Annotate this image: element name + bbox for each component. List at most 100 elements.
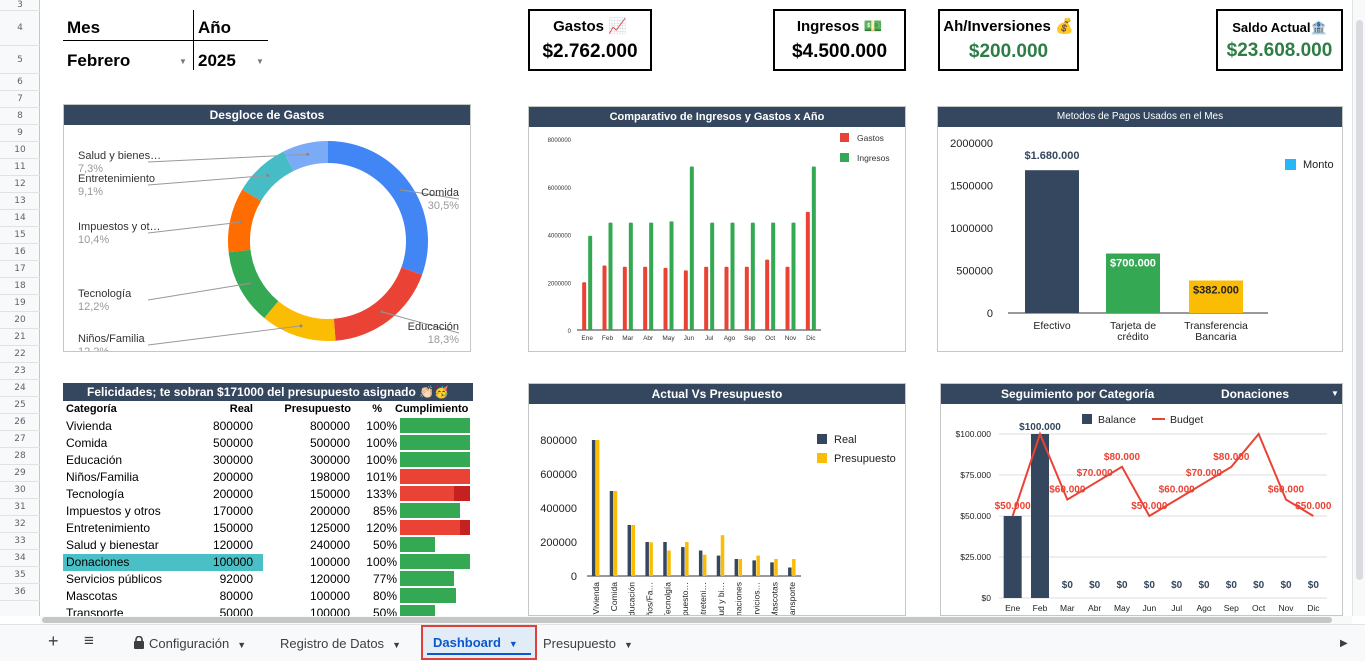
payment-methods-chart[interactable]: Metodos de Pagos Usados en el Mes 0 50000… [937, 106, 1343, 352]
bar-gastos[interactable] [643, 266, 648, 330]
budget-row[interactable]: Comida 500000 500000 100% [63, 435, 473, 452]
bar-gastos[interactable] [805, 211, 810, 330]
add-sheet-button[interactable]: + [48, 630, 59, 652]
budget-row[interactable]: Entretenimiento 150000 125000 120% [63, 520, 473, 537]
bar-presupuesto[interactable] [792, 559, 796, 576]
bar-presupuesto[interactable] [685, 542, 689, 576]
row-number[interactable]: 31 [0, 499, 40, 516]
row-number[interactable]: 25 [0, 397, 40, 414]
year-dropdown[interactable]: 2025 ▼ [194, 47, 268, 70]
bar-real[interactable] [591, 440, 596, 576]
row-number[interactable]: 22 [0, 346, 40, 363]
bar-real[interactable] [645, 542, 649, 576]
row-number[interactable]: 8 [0, 108, 40, 125]
bar-gastos[interactable] [582, 282, 587, 330]
row-number[interactable]: 15 [0, 227, 40, 244]
tab-presupuesto[interactable]: Presupuesto ▼ [543, 633, 633, 655]
tab-configuracion[interactable]: Configuración ▼ [133, 633, 246, 655]
row-number[interactable]: 21 [0, 329, 40, 346]
income-expense-chart[interactable]: Comparativo de Ingresos y Gastos x Año 0… [528, 106, 906, 352]
scroll-tabs-button[interactable]: ▶ [1340, 633, 1348, 655]
scroll-thumb[interactable] [1356, 20, 1363, 580]
bar-real[interactable] [734, 559, 739, 576]
row-number[interactable]: 6 [0, 74, 40, 91]
donut-slice[interactable] [264, 301, 336, 341]
expense-breakdown-chart[interactable]: Desgloce de Gastos Comida 30,5% Educación 1… [63, 104, 471, 352]
bar-gastos[interactable] [602, 265, 607, 330]
bar-gastos[interactable] [765, 259, 770, 330]
row-number[interactable]: 36 [0, 584, 40, 601]
row-number[interactable]: 12 [0, 176, 40, 193]
row-number[interactable]: 19 [0, 295, 40, 312]
month-dropdown[interactable]: Febrero ▼ [63, 47, 193, 70]
bar-ingresos[interactable] [710, 222, 715, 330]
category-filter-value[interactable]: Donaciones [1221, 384, 1289, 404]
row-number[interactable]: 4 [0, 11, 40, 46]
bar-presupuesto[interactable] [667, 550, 671, 577]
bar-balance[interactable] [1031, 434, 1049, 598]
actual-vs-budget-chart[interactable]: Actual Vs Presupuesto 0 200000 400000 60000… [528, 383, 906, 616]
budget-row[interactable]: Salud y bienestar 120000 240000 50% [63, 537, 473, 554]
bar-ingresos[interactable] [588, 235, 593, 330]
donut-slice[interactable] [228, 189, 262, 253]
bar-presupuesto[interactable] [702, 554, 707, 576]
category-tracking-chart[interactable]: Seguimiento por Categoría Donaciones ▼ $… [940, 383, 1343, 616]
row-number[interactable]: 17 [0, 261, 40, 278]
horizontal-scrollbar[interactable] [40, 616, 1352, 624]
bar-real[interactable] [770, 562, 774, 576]
budget-row[interactable]: Impuestos y otros 170000 200000 85% [63, 503, 473, 520]
bar-presupuesto[interactable] [756, 555, 760, 576]
row-number[interactable]: 35 [0, 567, 40, 584]
bar-balance[interactable] [1003, 516, 1022, 598]
row-number[interactable]: 10 [0, 142, 40, 159]
bar-ingresos[interactable] [669, 221, 674, 330]
row-number[interactable]: 28 [0, 448, 40, 465]
budget-row[interactable]: Mascotas 80000 100000 80% [63, 588, 473, 605]
row-number[interactable]: 18 [0, 278, 40, 295]
bar-presupuesto[interactable] [720, 535, 725, 576]
bar-real[interactable] [609, 491, 614, 576]
bar-gastos[interactable] [663, 267, 668, 330]
donut-slice[interactable] [228, 249, 279, 319]
row-number[interactable]: 34 [0, 550, 40, 567]
bar-gastos[interactable] [622, 266, 627, 330]
row-number[interactable]: 7 [0, 91, 40, 108]
budget-row[interactable]: Donaciones 100000 100000 100% [63, 554, 473, 571]
row-number[interactable]: 20 [0, 312, 40, 329]
bar-payment-method[interactable] [1025, 170, 1079, 313]
row-number[interactable]: 13 [0, 193, 40, 210]
bar-real[interactable] [716, 555, 721, 576]
bar-ingresos[interactable] [811, 166, 816, 330]
scroll-thumb[interactable] [42, 617, 1332, 623]
bar-presupuesto[interactable] [613, 491, 618, 576]
row-number[interactable]: 23 [0, 363, 40, 380]
row-number[interactable]: 14 [0, 210, 40, 227]
budget-row[interactable]: Vivienda 800000 800000 100% [63, 418, 473, 435]
row-number[interactable]: 29 [0, 465, 40, 482]
bar-ingresos[interactable] [771, 222, 776, 330]
bar-presupuesto[interactable] [649, 542, 653, 576]
vertical-scrollbar[interactable] [1352, 0, 1365, 616]
row-number[interactable]: 9 [0, 125, 40, 142]
row-number[interactable]: 33 [0, 533, 40, 550]
bar-ingresos[interactable] [750, 222, 755, 330]
bar-real[interactable] [681, 547, 685, 576]
chevron-down-icon[interactable]: ▼ [1331, 384, 1339, 404]
bar-presupuesto[interactable] [595, 440, 600, 576]
row-number[interactable]: 24 [0, 380, 40, 397]
bar-gastos[interactable] [704, 266, 709, 330]
row-number[interactable]: 16 [0, 244, 40, 261]
bar-gastos[interactable] [785, 266, 790, 330]
bar-ingresos[interactable] [730, 222, 735, 330]
bar-real[interactable] [663, 542, 667, 576]
row-number[interactable]: 32 [0, 516, 40, 533]
budget-row[interactable]: Educación 300000 300000 100% [63, 452, 473, 469]
bar-presupuesto[interactable] [738, 559, 743, 576]
bar-ingresos[interactable] [689, 166, 694, 330]
budget-row[interactable]: Tecnología 200000 150000 133% [63, 486, 473, 503]
bar-gastos[interactable] [744, 266, 749, 330]
tab-registro-de-datos[interactable]: Registro de Datos ▼ [280, 633, 401, 655]
bar-real[interactable] [698, 550, 703, 577]
bar-ingresos[interactable] [608, 222, 613, 330]
bar-ingresos[interactable] [628, 222, 633, 330]
